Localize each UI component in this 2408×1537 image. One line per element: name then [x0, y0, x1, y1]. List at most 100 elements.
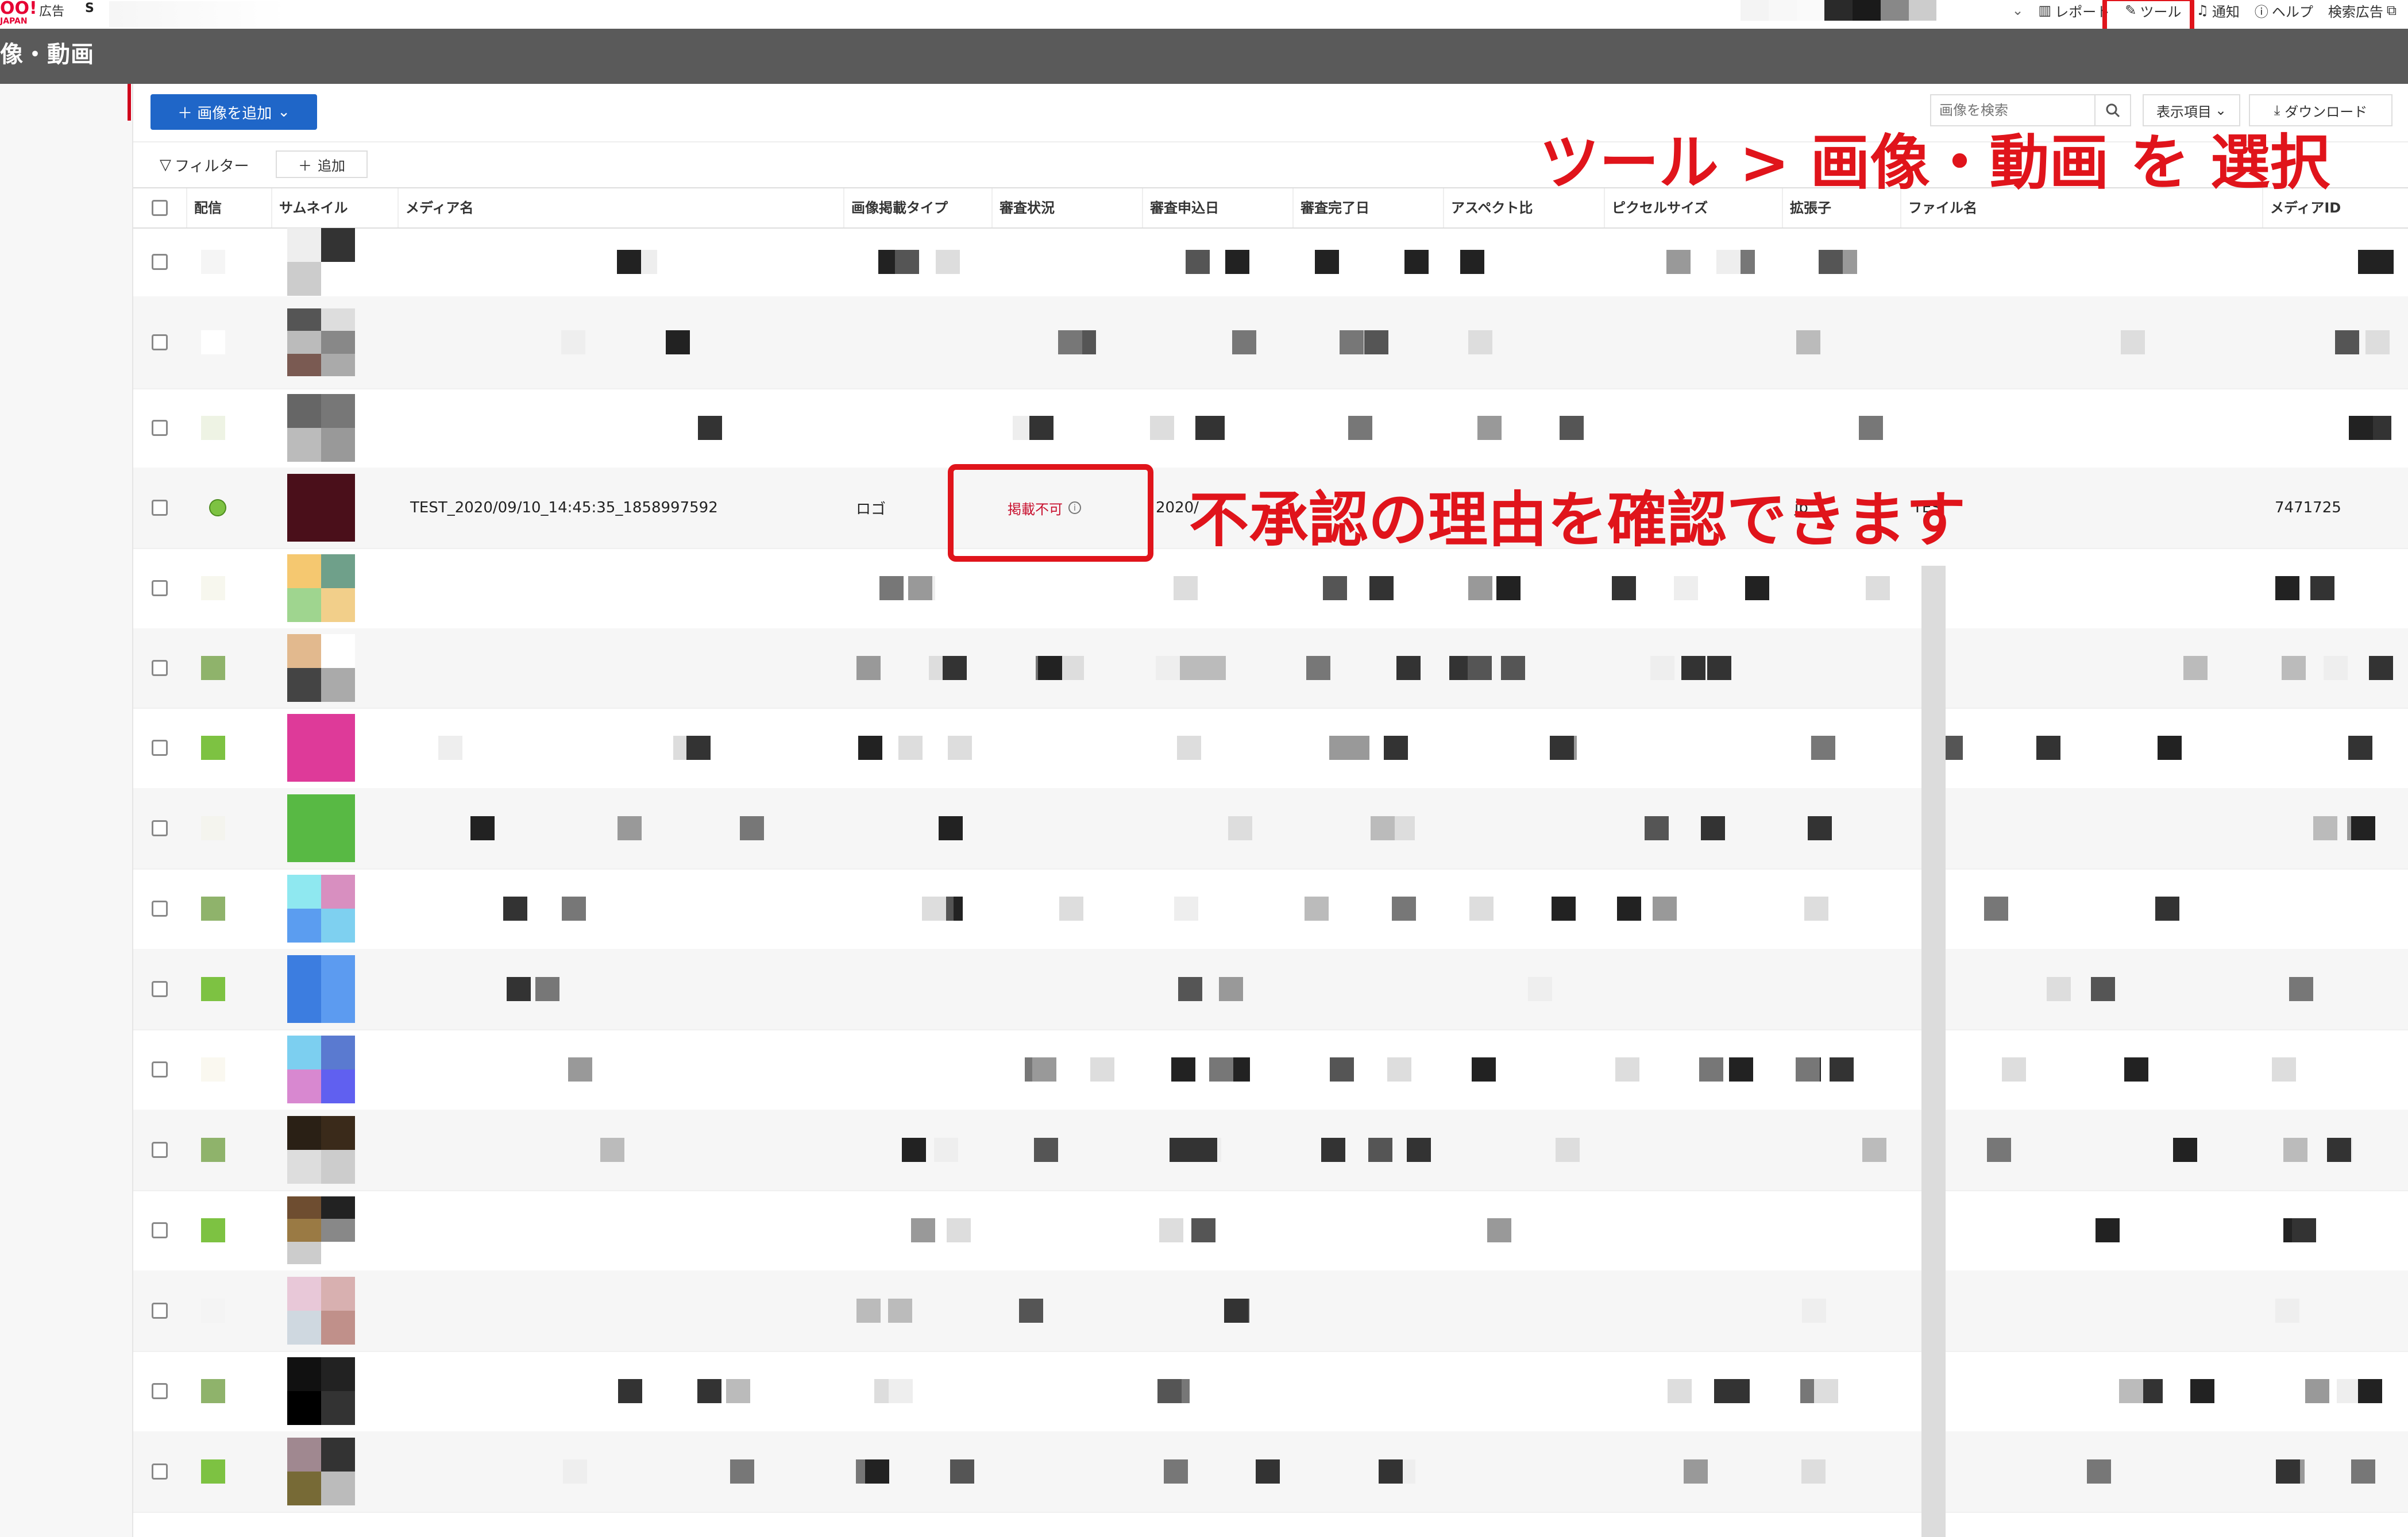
thumbnail-image[interactable] — [287, 554, 355, 622]
thumbnail-image[interactable] — [287, 634, 355, 702]
add-filter-button[interactable]: ＋ 追加 — [276, 150, 368, 178]
thumbnail-pixel — [321, 668, 355, 702]
redacted-pixel — [2292, 1218, 2316, 1242]
row-checkbox[interactable] — [152, 580, 168, 596]
redacted-pixel — [1729, 1057, 1753, 1082]
table-row[interactable] — [133, 1110, 2408, 1191]
col-media-name[interactable]: メディア名 — [398, 188, 843, 227]
redacted-pixel — [1224, 1299, 1248, 1323]
nav-search-ads[interactable]: 検索広告 ⧉ — [2328, 1, 2397, 21]
thumbnail-image[interactable] — [287, 394, 355, 462]
row-checkbox[interactable] — [152, 1142, 168, 1158]
row-checkbox[interactable] — [152, 1303, 168, 1319]
table-row[interactable] — [133, 788, 2408, 870]
scrollbar[interactable] — [1921, 566, 1946, 1537]
thumbnail-image[interactable] — [287, 1196, 355, 1264]
redacted-pixel — [947, 1218, 971, 1242]
redacted-pixel — [1191, 1218, 1215, 1242]
table-row[interactable] — [133, 227, 2408, 298]
media-name-link[interactable]: TEST_2020/09/10_14:45:35_1858997592 — [403, 468, 718, 548]
row-checkbox[interactable] — [152, 1463, 168, 1480]
thumbnail-image[interactable] — [287, 1357, 355, 1425]
thumbnail-pixel — [287, 634, 321, 668]
redacted-pixel — [438, 736, 462, 760]
row-checkbox[interactable] — [152, 1061, 168, 1078]
table-row[interactable] — [133, 1431, 2408, 1513]
col-apply-date[interactable]: 審査申込日 — [1142, 188, 1292, 227]
redacted-pixel — [1653, 897, 1677, 921]
pen-icon: ✎ — [2125, 2, 2137, 18]
table-row[interactable] — [133, 1351, 2408, 1432]
thumbnail-image[interactable] — [287, 955, 355, 1023]
row-checkbox[interactable] — [152, 1383, 168, 1399]
redacted-pixel — [563, 1459, 587, 1484]
table-row[interactable] — [133, 548, 2408, 630]
thumbnail-pixel — [321, 1116, 355, 1150]
table-row[interactable] — [133, 628, 2408, 709]
thumbnail-image[interactable] — [287, 1438, 355, 1505]
nav-help[interactable]: ⓘ ヘルプ — [2255, 1, 2313, 21]
thumbnail-image[interactable] — [287, 474, 355, 542]
redacted-pixel — [943, 656, 967, 680]
redacted-pixel — [2351, 816, 2375, 840]
filter-button[interactable]: ▽ フィルター — [160, 152, 249, 178]
row-checkbox[interactable] — [152, 981, 168, 997]
nav-notify[interactable]: ♫ 通知 — [2196, 1, 2240, 21]
redacted-pixel — [1059, 897, 1083, 921]
table-row[interactable] — [133, 708, 2408, 789]
row-checkbox[interactable] — [152, 254, 168, 270]
annotation-check-reason: 不承認の理由を確認できます — [1189, 485, 1966, 555]
redacted-pixel — [1368, 1138, 1392, 1162]
row-checkbox[interactable] — [152, 660, 168, 676]
col-thumbnail[interactable]: サムネイル — [271, 188, 386, 227]
row-checkbox[interactable] — [152, 334, 168, 350]
thumbnail-pixel — [287, 1241, 321, 1264]
col-complete-date[interactable]: 審査完了日 — [1292, 188, 1443, 227]
row-checkbox[interactable] — [152, 500, 168, 516]
thumbnail-image[interactable] — [287, 875, 355, 943]
table-row[interactable] — [133, 1029, 2408, 1111]
thumbnail-pixel — [321, 1391, 355, 1425]
thumbnail-image[interactable] — [287, 794, 355, 862]
redacted-pixel — [879, 576, 904, 600]
table-row[interactable] — [133, 388, 2408, 469]
redacted-pixel — [1674, 576, 1698, 600]
thumbnail-pixel — [287, 353, 321, 376]
thumbnail-image[interactable] — [287, 1036, 355, 1103]
select-all-checkbox[interactable] — [152, 200, 168, 216]
row-checkbox[interactable] — [152, 420, 168, 436]
chevron-down-icon[interactable]: ⌄ — [2012, 2, 2023, 18]
col-review-status[interactable]: 審査状況 — [991, 188, 1142, 227]
review-status-cell[interactable]: 掲載不可 i — [1001, 468, 1081, 548]
thumbnail-image[interactable] — [287, 714, 355, 782]
nav-report[interactable]: ▥ レポート — [2039, 1, 2110, 21]
nav-tools[interactable]: ✎ ツール — [2125, 1, 2181, 21]
row-checkbox[interactable] — [152, 901, 168, 917]
row-checkbox[interactable] — [152, 1222, 168, 1238]
redacted-pixel — [1802, 1299, 1826, 1323]
table-row[interactable] — [133, 1270, 2408, 1352]
table-row[interactable] — [133, 296, 2408, 389]
thumbnail-image[interactable] — [287, 1277, 355, 1345]
table-row[interactable] — [133, 1190, 2408, 1272]
thumbnail-pixel — [321, 634, 355, 668]
redacted-pixel — [1684, 1459, 1708, 1484]
redacted-pixel — [1321, 1138, 1345, 1162]
account-name[interactable]: S — [85, 1, 94, 16]
col-delivery[interactable]: 配信 — [186, 188, 271, 227]
yahoo-logo[interactable]: OO! JAPAN — [0, 0, 36, 26]
thumbnail-image[interactable] — [287, 1116, 355, 1184]
col-image-type[interactable]: 画像掲載タイプ — [843, 188, 991, 227]
thumbnail-image[interactable] — [287, 228, 355, 296]
row-checkbox[interactable] — [152, 740, 168, 756]
redacted-pixel — [1029, 416, 1054, 440]
redacted-pixel — [1371, 816, 1395, 840]
thumbnail-image[interactable] — [287, 308, 355, 376]
row-checkbox[interactable] — [152, 820, 168, 836]
table-row[interactable] — [133, 868, 2408, 950]
table-row[interactable] — [133, 949, 2408, 1030]
add-image-button[interactable]: ＋ 画像を追加 ⌄ — [150, 94, 317, 130]
info-icon[interactable]: i — [1068, 501, 1081, 514]
redacted-pixel — [1460, 250, 1484, 274]
redacted-pixel — [1225, 250, 1249, 274]
